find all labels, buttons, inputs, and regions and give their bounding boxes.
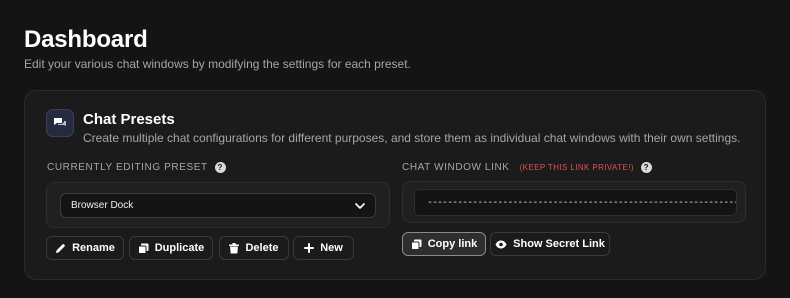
delete-button[interactable]: Delete	[219, 236, 289, 260]
copy-link-label: Copy link	[427, 238, 478, 250]
chevron-down-icon	[355, 202, 365, 209]
duplicate-button[interactable]: Duplicate	[129, 236, 213, 260]
plus-icon	[304, 243, 315, 253]
copy-link-button[interactable]: Copy link	[402, 232, 486, 256]
eye-icon	[495, 240, 507, 248]
copy-icon	[410, 239, 422, 250]
card-description: Create multiple chat configurations for …	[83, 131, 741, 145]
duplicate-label: Duplicate	[154, 242, 205, 254]
rename-button[interactable]: Rename	[46, 236, 124, 260]
show-secret-link-button[interactable]: Show Secret Link	[490, 232, 610, 256]
preset-select[interactable]: Browser Dock	[60, 193, 376, 218]
preset-section-label: CURRENTLY EDITING PRESET ?	[47, 162, 226, 173]
private-warning: (KEEP THIS LINK PRIVATE!)	[519, 163, 634, 172]
delete-label: Delete	[245, 242, 279, 254]
chat-bubbles-icon	[46, 109, 74, 137]
preset-select-value: Browser Dock	[71, 200, 134, 211]
link-well: ----------------------------------------…	[402, 181, 746, 223]
chat-presets-card: Chat Presets Create multiple chat config…	[24, 90, 766, 280]
pencil-icon	[56, 243, 65, 253]
link-label-text: CHAT WINDOW LINK	[402, 162, 510, 173]
new-preset-button[interactable]: New	[293, 236, 354, 260]
new-label: New	[320, 242, 343, 254]
page-title: Dashboard	[24, 26, 148, 53]
show-secret-link-label: Show Secret Link	[513, 238, 605, 250]
help-icon[interactable]: ?	[640, 162, 652, 173]
help-icon[interactable]: ?	[214, 162, 226, 173]
rename-label: Rename	[72, 242, 115, 254]
link-section-label: CHAT WINDOW LINK (KEEP THIS LINK PRIVATE…	[402, 162, 652, 173]
preset-label-text: CURRENTLY EDITING PRESET	[47, 162, 208, 173]
duplicate-icon	[137, 243, 149, 254]
trash-icon	[229, 242, 240, 253]
page-subtitle: Edit your various chat windows by modify…	[24, 57, 411, 71]
preset-select-well: Browser Dock	[46, 182, 390, 228]
card-title: Chat Presets	[83, 111, 175, 128]
chat-window-link-field[interactable]: ----------------------------------------…	[414, 189, 737, 216]
